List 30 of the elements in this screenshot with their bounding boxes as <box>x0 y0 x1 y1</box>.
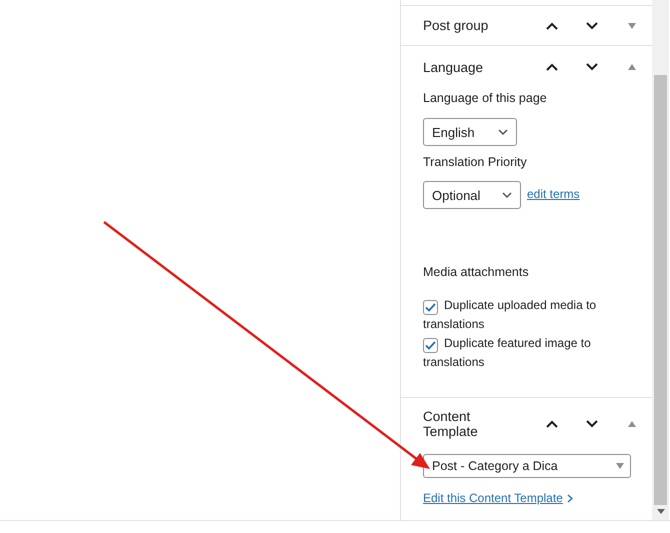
field-label: Translation Priority <box>423 155 528 169</box>
section-label: Media attachments <box>423 265 530 279</box>
checkbox[interactable]: Duplicate featured image to translations <box>423 334 613 371</box>
chevron-down-icon <box>585 20 599 30</box>
chevron-up-icon <box>545 62 559 72</box>
chevron-up-icon <box>545 419 559 429</box>
triangle-down-icon <box>616 463 624 469</box>
checkmark-icon <box>425 340 436 350</box>
chevron-down-icon <box>585 62 599 72</box>
scrollbar[interactable] <box>652 0 669 520</box>
field-label: Language of this page <box>423 91 548 105</box>
panel-title: Post group <box>423 18 490 33</box>
priority-select[interactable]: Optional <box>423 181 521 209</box>
panel-title: Content Template <box>423 409 479 439</box>
panel-title: Language <box>423 60 484 74</box>
chevron-down-icon <box>502 192 512 198</box>
template-select[interactable]: Post - Category a Dica <box>423 454 631 478</box>
chevron-right-icon <box>566 494 573 502</box>
chevron-down-icon <box>585 419 599 429</box>
edit-template-link[interactable]: Edit this Content Template <box>423 491 563 505</box>
chevron-down-icon <box>498 128 508 136</box>
triangle-down-icon <box>627 22 637 30</box>
language-select[interactable]: English <box>423 118 517 146</box>
triangle-up-icon <box>627 63 637 71</box>
checkmark-icon <box>425 303 436 312</box>
triangle-up-icon <box>627 420 637 428</box>
scroll-down-arrow-icon[interactable] <box>657 509 665 514</box>
chevron-up-icon <box>545 20 559 30</box>
checkbox[interactable]: Duplicate uploaded media to translations <box>423 296 613 334</box>
edit-terms-link[interactable]: edit terms <box>527 187 580 201</box>
